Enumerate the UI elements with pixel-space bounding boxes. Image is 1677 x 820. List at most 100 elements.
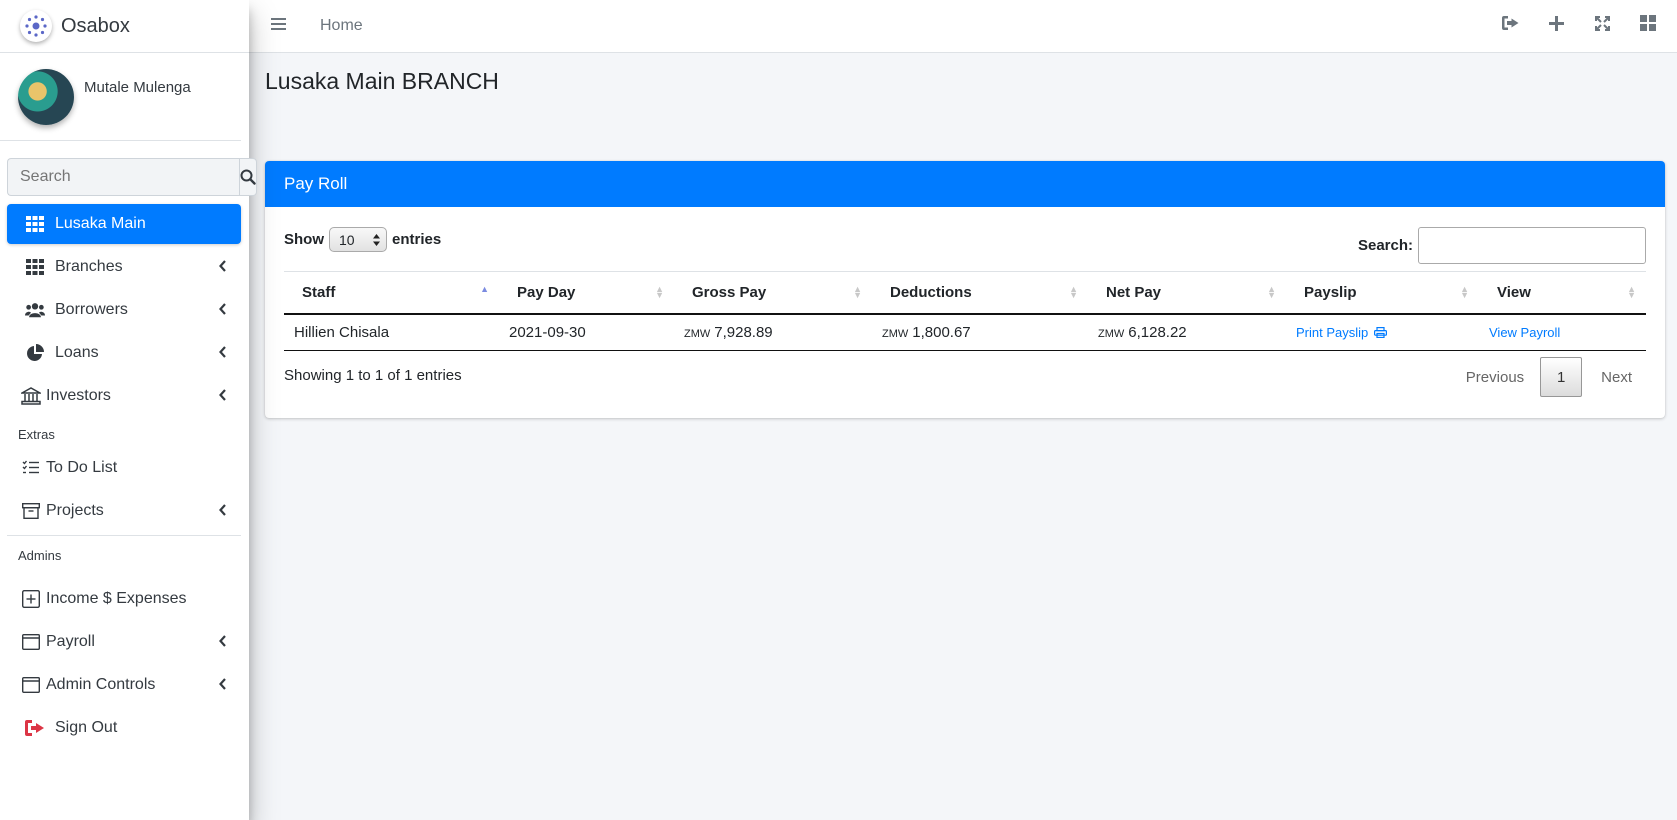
sidebar-item-label: Payroll	[46, 633, 95, 650]
page-title: Lusaka Main BRANCH	[265, 68, 499, 94]
table-row: Hillien Chisala 2021-09-30 ZMW 7,928.89 Z…	[284, 313, 1646, 351]
sidebar-item-label: To Do List	[46, 459, 118, 476]
column-header-pay-day[interactable]: Pay Day ▲ ▼	[499, 271, 674, 315]
sidebar-search	[7, 158, 257, 196]
entries-value: 10	[339, 231, 355, 248]
pagination: Previous 1 Next	[1466, 357, 1646, 397]
currency-label: ZMW	[882, 327, 909, 340]
sidebar-item-todo[interactable]: To Do List	[7, 448, 241, 488]
chevron-left-icon	[219, 302, 227, 320]
sidebar-item-label: Borrowers	[55, 301, 128, 318]
hamburger-menu-icon[interactable]	[271, 17, 289, 36]
cell-view: View Payroll	[1479, 313, 1646, 351]
column-header-deductions[interactable]: Deductions ▲ ▼	[872, 271, 1088, 315]
payroll-table: Staff ▲ Pay Day ▲ ▼ Gross Pay ▲ ▼ Deductions ▲…	[284, 271, 1646, 351]
page-1-button[interactable]: 1	[1540, 357, 1583, 397]
grid-icon	[25, 216, 45, 232]
previous-page-button[interactable]: Previous	[1466, 369, 1524, 386]
column-header-gross-pay[interactable]: Gross Pay ▲ ▼	[674, 271, 872, 315]
chevron-left-icon	[219, 503, 227, 521]
sign-out-icon	[25, 720, 45, 736]
window-icon	[21, 677, 41, 693]
sidebar-item-label: Admin Controls	[46, 676, 156, 693]
select-arrows-icon	[373, 233, 380, 246]
view-payroll-link[interactable]: View Payroll	[1489, 325, 1560, 340]
cell-deductions: ZMW 1,800.67	[872, 313, 1088, 351]
avatar	[18, 69, 74, 125]
table-info: Showing 1 to 1 of 1 entries	[284, 367, 462, 384]
column-header-net-pay[interactable]: Net Pay ▲ ▼	[1088, 271, 1286, 315]
sidebar-search-button[interactable]	[239, 158, 257, 196]
print-payslip-link[interactable]: Print Payslip	[1296, 325, 1387, 340]
cell-gross-pay: ZMW 7,928.89	[674, 313, 872, 351]
next-page-button[interactable]: Next	[1601, 369, 1632, 386]
sort-icon: ▲ ▼	[1460, 284, 1469, 300]
chevron-left-icon	[219, 388, 227, 406]
sidebar-item-sign-out[interactable]: Sign Out	[7, 708, 241, 748]
cell-payslip: Print Payslip	[1286, 313, 1479, 351]
archive-icon	[21, 503, 41, 519]
users-icon	[25, 302, 45, 318]
cell-pay-day: 2021-09-30	[499, 313, 674, 351]
list-icon	[21, 460, 41, 476]
sidebar-nav-admins: Income $ Expenses Payroll Admin Controls…	[0, 579, 249, 748]
grid-icon	[25, 259, 45, 275]
deductions-value: 1,800.67	[912, 323, 971, 341]
entries-select[interactable]: 10	[329, 227, 387, 252]
sidebar-item-income-expenses[interactable]: Income $ Expenses	[7, 579, 241, 619]
sort-icon: ▲ ▼	[853, 284, 862, 300]
chevron-left-icon	[219, 634, 227, 652]
sidebar-item-investors[interactable]: Investors	[7, 376, 241, 416]
column-header-staff[interactable]: Staff ▲	[284, 271, 499, 315]
sort-icon: ▲ ▼	[1069, 284, 1078, 300]
sidebar-nav: Lusaka Main Branches Borrowers Loans Inv…	[0, 204, 249, 416]
sidebar-item-projects[interactable]: Projects	[7, 491, 241, 531]
table-search: Search:	[1358, 227, 1646, 264]
sort-icon: ▲ ▼	[1267, 284, 1276, 300]
window-icon	[21, 634, 41, 650]
sidebar-item-branches[interactable]: Branches	[7, 247, 241, 287]
show-entries: Show 10 entries	[284, 227, 441, 252]
search-label: Search:	[1357, 237, 1413, 254]
sign-out-icon[interactable]	[1501, 14, 1519, 32]
chevron-left-icon	[219, 259, 227, 277]
show-label: Show	[284, 231, 324, 248]
chevron-left-icon	[219, 677, 227, 695]
top-actions	[1501, 14, 1657, 32]
sidebar: Osabox Mutale Mulenga Lusaka Main Branch…	[0, 0, 257, 820]
brand-logo-icon	[20, 10, 52, 42]
plus-square-icon	[21, 590, 41, 608]
top-navbar: Home	[249, 0, 1677, 53]
sidebar-item-admin-controls[interactable]: Admin Controls	[7, 665, 241, 705]
expand-icon[interactable]	[1593, 14, 1611, 32]
sort-icon: ▲ ▼	[655, 284, 664, 300]
sidebar-item-label: Projects	[46, 502, 104, 519]
currency-label: ZMW	[1098, 327, 1125, 340]
nav-header-admins: Admins	[18, 548, 62, 563]
table-header-row: Staff ▲ Pay Day ▲ ▼ Gross Pay ▲ ▼ Deductions ▲…	[284, 271, 1646, 315]
home-link[interactable]: Home	[320, 17, 363, 35]
column-header-payslip[interactable]: Payslip ▲ ▼	[1286, 271, 1479, 315]
apps-grid-icon[interactable]	[1639, 14, 1657, 32]
user-name[interactable]: Mutale Mulenga	[84, 79, 191, 96]
brand[interactable]: Osabox	[0, 0, 249, 53]
printer-icon	[1373, 326, 1387, 338]
sidebar-item-lusaka-main[interactable]: Lusaka Main	[7, 204, 241, 244]
sidebar-nav-extras: To Do List Projects	[0, 448, 249, 531]
sidebar-item-payroll[interactable]: Payroll	[7, 622, 241, 662]
sidebar-item-label: Investors	[46, 387, 111, 404]
user-panel[interactable]: Mutale Mulenga	[0, 53, 241, 141]
sidebar-divider	[7, 535, 241, 536]
cell-staff: Hillien Chisala	[284, 313, 499, 351]
sidebar-item-loans[interactable]: Loans	[7, 333, 241, 373]
sidebar-item-label: Sign Out	[55, 719, 118, 736]
plus-icon[interactable]	[1547, 14, 1565, 32]
payroll-card: Pay Roll Show 10 entries Search: Staff ▲ …	[265, 161, 1665, 418]
search-icon	[240, 169, 256, 185]
sidebar-item-label: Income $ Expenses	[46, 590, 187, 607]
net-pay-value: 6,128.22	[1128, 323, 1187, 341]
sidebar-search-input[interactable]	[7, 158, 239, 196]
table-search-input[interactable]	[1418, 227, 1646, 264]
sidebar-item-borrowers[interactable]: Borrowers	[7, 290, 241, 330]
column-header-view[interactable]: View ▲ ▼	[1479, 271, 1646, 315]
